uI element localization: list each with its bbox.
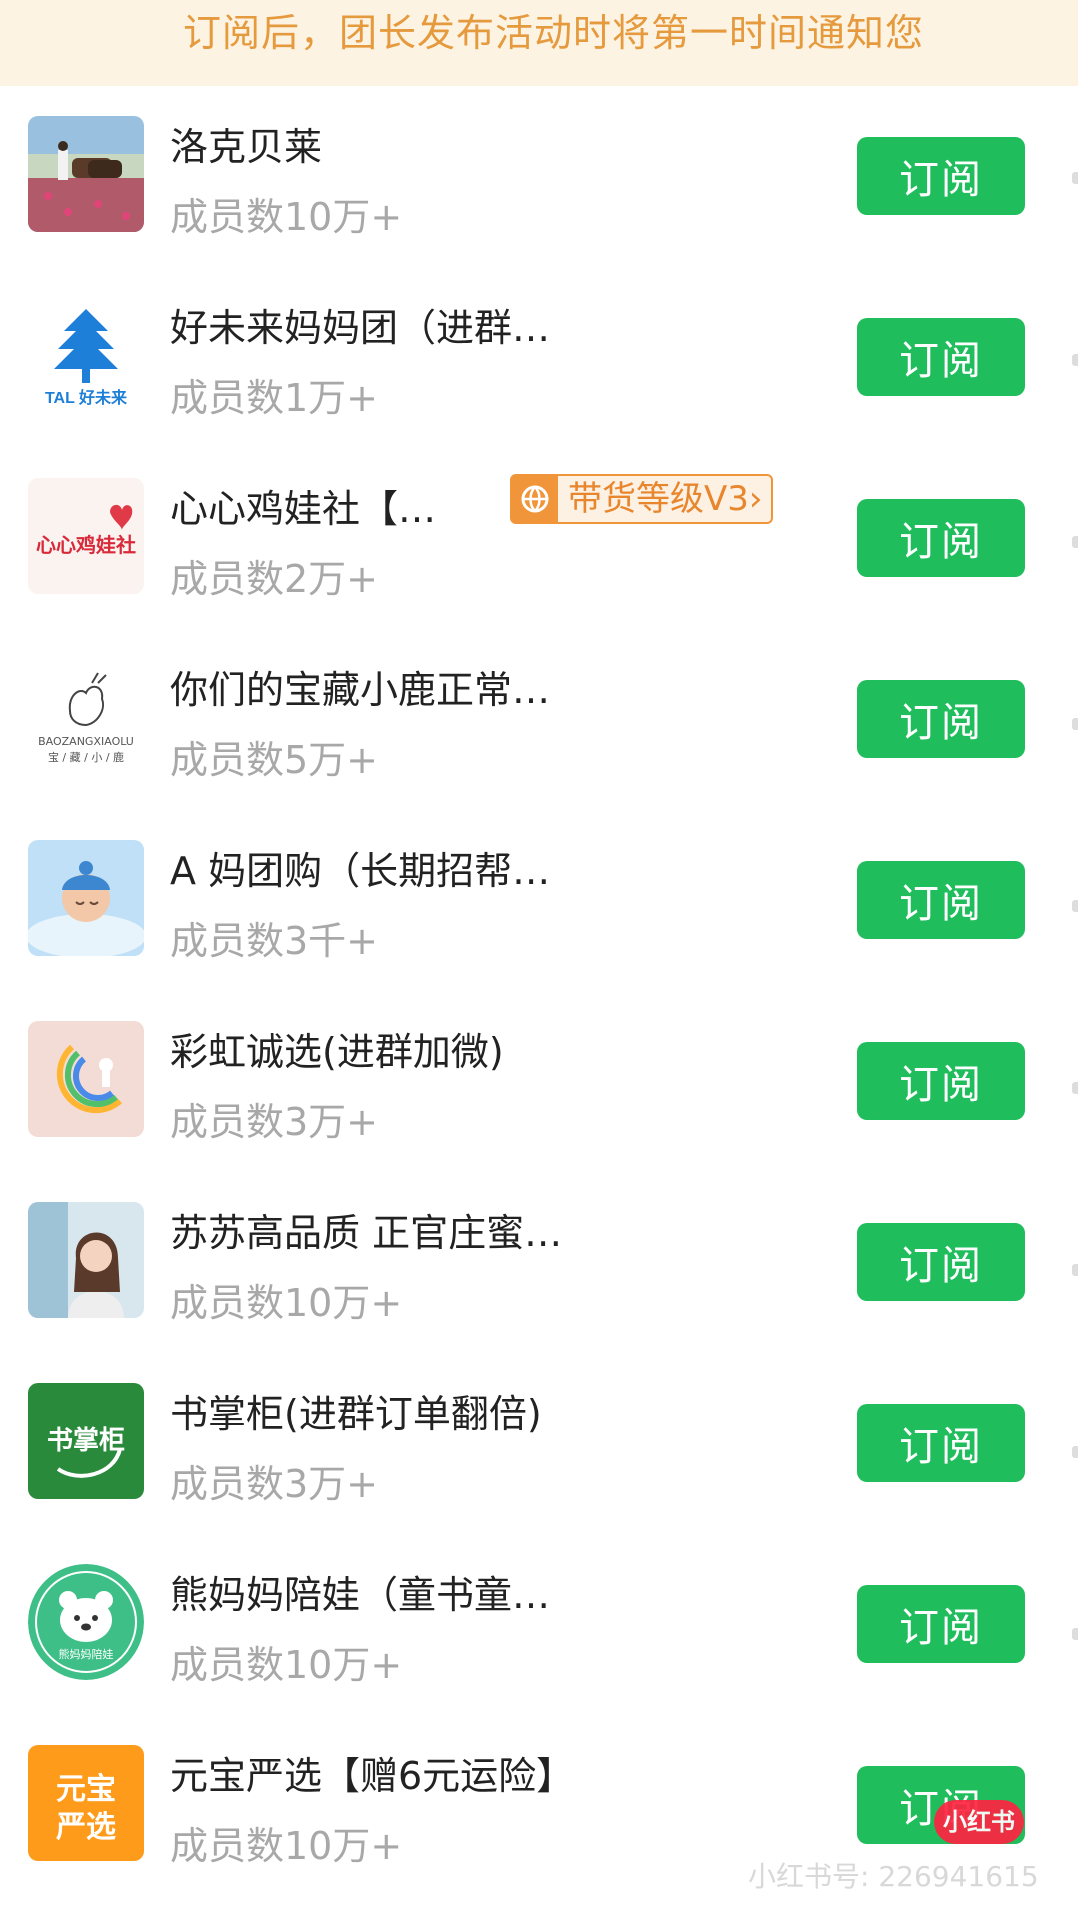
member-count: 成员数1万+ (170, 376, 379, 420)
list-item[interactable]: 心心鸡娃社 心心鸡娃社【… 成员数2万+ 带货等级V3› 订阅 (0, 448, 1078, 629)
group-name: 熊妈妈陪娃（童书童… (170, 1573, 551, 1617)
subscribe-button[interactable]: 订阅 (857, 499, 1025, 577)
avatar-photo-horses (28, 116, 144, 232)
edge-indicator (1072, 1264, 1078, 1276)
svg-text:TAL 好未来: TAL 好未来 (45, 388, 128, 407)
group-name: 书掌柜(进群订单翻倍) (170, 1392, 542, 1436)
xinxin-logo: 心心鸡娃社 (28, 478, 144, 594)
group-avatar (28, 1202, 144, 1318)
group-name: 彩虹诚选(进群加微) (170, 1030, 504, 1074)
group-name: 你们的宝藏小鹿正常… (170, 668, 551, 712)
group-avatar: 书掌柜 (28, 1383, 144, 1499)
edge-indicator (1072, 536, 1078, 548)
subscribe-button[interactable]: 订阅 (857, 1223, 1025, 1301)
subscribe-button[interactable]: 订阅 (857, 1585, 1025, 1663)
group-name: 苏苏高品质 正官庄蜜… (170, 1211, 563, 1255)
list-item[interactable]: TAL 好未来 好未来妈妈团（进群… 成员数1万+ 订阅 (0, 267, 1078, 448)
edge-indicator (1072, 718, 1078, 730)
subscribe-button[interactable]: 订阅 (857, 1404, 1025, 1482)
list-item[interactable]: 洛克贝莱 成员数10万+ 订阅 (0, 86, 1078, 267)
edge-indicator (1072, 1082, 1078, 1094)
list-item[interactable]: 彩虹诚选(进群加微) 成员数3万+ 订阅 (0, 991, 1078, 1172)
list-item[interactable]: 苏苏高品质 正官庄蜜… 成员数10万+ 订阅 (0, 1172, 1078, 1353)
group-avatar (28, 840, 144, 956)
subscribe-button[interactable]: 订阅 (857, 1042, 1025, 1120)
avatar-rainbow-moon (28, 1021, 144, 1137)
subscribe-button[interactable]: 订阅 (857, 680, 1025, 758)
list-item[interactable]: A 妈团购（长期招帮… 成员数3千+ 订阅 (0, 810, 1078, 991)
subscribe-notice-banner: 订阅后，团长发布活动时将第一时间通知您 (0, 0, 1078, 86)
member-count: 成员数10万+ (170, 1281, 403, 1325)
edge-indicator (1072, 172, 1078, 184)
seller-level-text: 带货等级V3› (568, 479, 763, 519)
list-item[interactable]: BAOZANGXIAOLU 宝 / 藏 / 小 / 鹿 你们的宝藏小鹿正常… 成… (0, 629, 1078, 810)
edge-indicator (1072, 1446, 1078, 1458)
member-count: 成员数10万+ (170, 195, 403, 239)
seller-level-badge[interactable]: 带货等级V3› (510, 474, 773, 524)
group-avatar: 心心鸡娃社 (28, 478, 144, 594)
svg-text:熊妈妈陪娃: 熊妈妈陪娃 (59, 1647, 114, 1661)
group-name: 好未来妈妈团（进群… (170, 306, 551, 350)
group-name: 元宝严选【赠6元运险】 (170, 1754, 575, 1798)
list-item[interactable]: 书掌柜 书掌柜(进群订单翻倍) 成员数3万+ 订阅 (0, 1353, 1078, 1534)
group-name: 心心鸡娃社【… (170, 487, 437, 531)
edge-indicator (1072, 1628, 1078, 1640)
svg-text:宝 / 藏 / 小 / 鹿: 宝 / 藏 / 小 / 鹿 (48, 750, 124, 764)
group-list: 洛克贝莱 成员数10万+ 订阅 TAL 好未来 好未来妈妈团（进群… 成员数1万… (0, 86, 1078, 1896)
yuanbao-logo: 元宝 严选 (28, 1745, 144, 1861)
baozang-xiaolu-logo: BAOZANGXIAOLU 宝 / 藏 / 小 / 鹿 (28, 659, 144, 775)
svg-text:BAOZANGXIAOLU: BAOZANGXIAOLU (38, 735, 134, 748)
group-name: A 妈团购（长期招帮… (170, 849, 551, 893)
group-avatar (28, 1021, 144, 1137)
xiaohongshu-logo: 小红书 (934, 1800, 1024, 1844)
subscribe-button[interactable]: 订阅 (857, 861, 1025, 939)
subscribe-button[interactable]: 订阅 (857, 318, 1025, 396)
member-count: 成员数5万+ (170, 738, 379, 782)
group-avatar: 熊妈妈陪娃 (28, 1564, 144, 1680)
member-count: 成员数3万+ (170, 1462, 379, 1506)
avatar-photo-woman (28, 1202, 144, 1318)
edge-indicator (1072, 354, 1078, 366)
member-count: 成员数3万+ (170, 1100, 379, 1144)
member-count: 成员数10万+ (170, 1824, 403, 1868)
svg-text:严选: 严选 (56, 1810, 116, 1845)
svg-text:书掌柜: 书掌柜 (47, 1426, 125, 1456)
svg-text:心心鸡娃社: 心心鸡娃社 (36, 533, 136, 557)
avatar-photo-baby (28, 840, 144, 956)
member-count: 成员数3千+ (170, 919, 379, 963)
group-name: 洛克贝莱 (170, 125, 323, 169)
group-avatar: TAL 好未来 (28, 297, 144, 413)
watermark-id: 小红书号: 226941615 (748, 1860, 1039, 1893)
group-avatar (28, 116, 144, 232)
globe-icon (512, 476, 558, 522)
subscribe-button[interactable]: 订阅 (857, 137, 1025, 215)
svg-text:元宝: 元宝 (56, 1772, 116, 1807)
list-item[interactable]: 熊妈妈陪娃 熊妈妈陪娃（童书童… 成员数10万+ 订阅 (0, 1534, 1078, 1715)
tal-logo: TAL 好未来 (28, 297, 144, 413)
member-count: 成员数2万+ (170, 557, 379, 601)
bear-mom-logo: 熊妈妈陪娃 (28, 1564, 144, 1680)
edge-indicator (1072, 900, 1078, 912)
group-avatar: BAOZANGXIAOLU 宝 / 藏 / 小 / 鹿 (28, 659, 144, 775)
group-avatar: 元宝 严选 (28, 1745, 144, 1861)
member-count: 成员数10万+ (170, 1643, 403, 1687)
shuzhanggui-logo: 书掌柜 (28, 1383, 144, 1499)
